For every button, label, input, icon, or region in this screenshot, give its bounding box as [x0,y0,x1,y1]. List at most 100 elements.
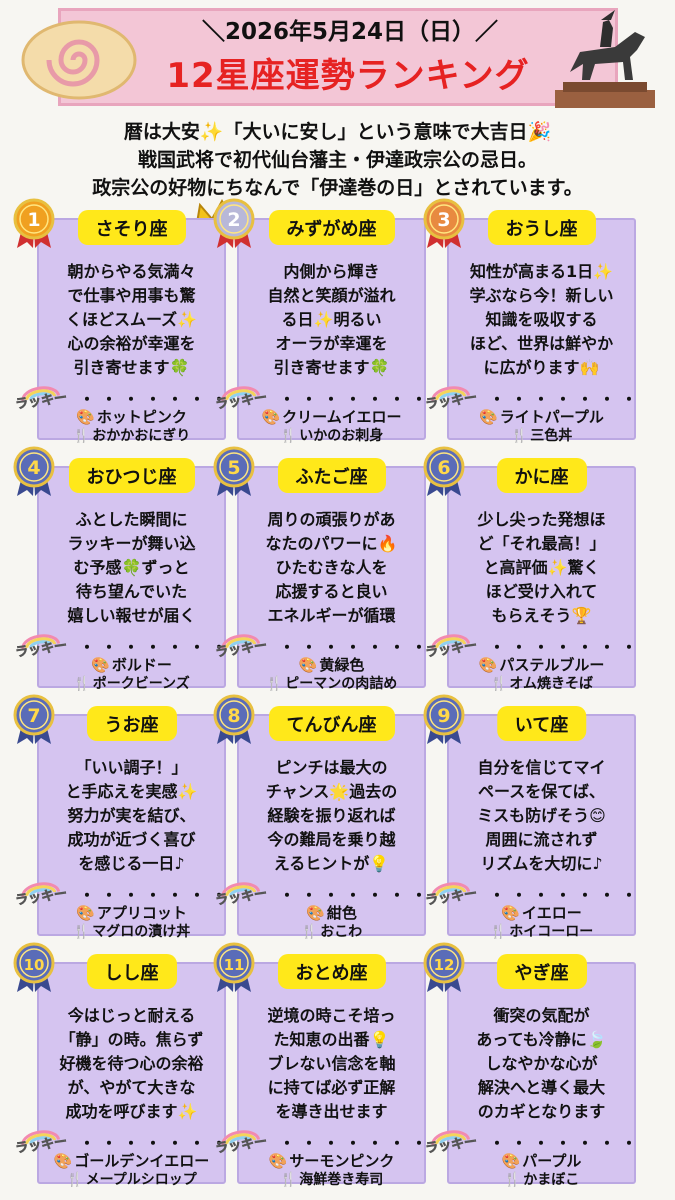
chopsticks-icon: 🍴 [265,676,284,692]
lucky-food-text: おこわ [320,924,363,940]
page-title: 12星座運勢ランキング [166,56,530,96]
lucky-food: 🍴 ホイコーロー [449,921,634,941]
zodiac-sign-label: かに座 [496,458,587,493]
fortune-line: を感じる一日♪ [78,854,185,873]
date-heading: ＼2026年5月24日（日）／ [201,19,499,45]
fortune-line: オーラが幸運を [275,334,388,353]
fortune-line: くほどスムーズ✨ [65,310,198,329]
horse-statue-icon [555,10,655,108]
chopsticks-icon: 🍴 [279,428,298,444]
naruto-fishcake-icon [21,20,137,100]
fortune-line: 知性が高まる1日✨ [469,262,614,281]
ranking-card: うお座 「いい調子！」 と手応えを実感✨ 努力が実を結び、 成功が近づく喜び を感じる一日… [14,706,227,940]
fortune-line: 学ぶなら今！新しい [469,286,614,305]
fortune-line: のカギとなります [477,1102,606,1121]
lucky-food-text: オム焼きそば [509,676,594,692]
lucky-food: 🍴 メープルシロップ [39,1169,224,1189]
lucky-color: 🎨 クリームイエロー [239,406,424,427]
chopsticks-icon: 🍴 [66,1172,84,1188]
chopsticks-icon: 🍴 [489,676,508,692]
lucky-color: 🎨 サーモンピンク [239,1150,424,1171]
fortune-line: もらえそう🏆 [491,606,592,625]
rank-number: 5 [227,457,240,479]
zodiac-sign-label: さそり座 [77,210,186,245]
lucky-color-text: パープル [522,1152,582,1170]
lucky-color-text: パステルブルー [499,656,605,674]
rank-badge: 10 [13,942,55,992]
zodiac-sign-label: おひつじ座 [68,458,195,493]
lucky-color: 🎨 ゴールデンイエロー [39,1150,224,1171]
lucky-color-text: サーモンピンク [289,1152,395,1170]
ranking-card: おひつじ座 ふとした瞬間に ラッキーが舞い込 む予感🍀ずっと 待ち望んでいた 嬉しい報せが… [14,458,227,692]
lucky-color-text: ゴールデンイエロー [74,1152,210,1170]
fortune-line: ど「それ最高！」 [477,534,606,553]
rank-badge: 4 [13,446,55,496]
lucky-food: 🍴 おかかおにぎり [39,425,224,445]
rank-number: 2 [227,209,240,231]
fortune-line: 心の余裕が幸運を [67,334,196,353]
lucky-food: 🍴 三色丼 [449,425,634,445]
ranking-card: やぎ座 衝突の気配が あっても冷静に🍃 しなやかな心が 解決へと導く最大 のカギとなります… [424,954,637,1188]
intro-line: 暦は大安✨「大いに安し」という意味で大吉日🎉 [123,121,552,143]
rank-number: 7 [27,705,40,727]
fortune-line: 今はじっと耐える [67,1006,196,1025]
rank-number: 12 [434,956,455,974]
fortune-line: る日✨明るい [281,310,382,329]
fortune-line: む予感🍀ずっと [73,558,190,577]
lucky-color-text: ホットピンク [96,408,187,426]
fortune-line: 周りの頑張りがあ [267,510,396,529]
chopsticks-icon: 🍴 [73,676,91,692]
fortune-line: 引き寄せます🍀 [73,358,190,377]
fortune-line: で仕事や用事も驚 [67,286,196,305]
fortune-line: 解決へと導く最大 [477,1078,606,1097]
rank-badge: 7 [13,694,55,744]
palette-icon: 🎨 [53,1152,73,1170]
palette-icon: 🎨 [501,904,520,922]
fortune-line: と高評価✨驚く [483,558,600,577]
zodiac-sign-label: おとめ座 [277,954,386,989]
fortune-line: 嬉しい報せが届く [67,606,196,625]
zodiac-sign-label: てんびん座 [268,706,395,741]
ranking-card: おうし座 知性が高まる1日✨ 学ぶなら今！新しい 知識を吸収する ほど、世界は鮮やか に広… [424,210,637,444]
fortune-line: た知恵の出番💡 [273,1030,390,1049]
lucky-food-text: マグロの漬け丼 [92,924,191,940]
fortune-line: ミスも防げそう😊 [477,806,606,825]
palette-icon: 🎨 [479,408,498,426]
lucky-color-text: クリームイエロー [282,408,402,426]
rank-number: 3 [437,209,450,231]
fortune-line: ひたむきな人を [275,558,388,577]
fortune-line: 努力が実を結び、 [67,806,196,825]
fortune-line: ラッキーが舞い込 [67,534,196,553]
palette-icon: 🎨 [268,1152,288,1170]
fortune-line: ピンチは最大の [275,758,388,777]
rank-badge: 12 [423,942,465,992]
lucky-food-text: おかかおにぎり [92,428,191,444]
fortune-line: 応援すると良い [275,582,388,601]
rank-badge: 2 [213,198,255,248]
fortune-message: 少し尖った発想ほ ど「それ最高！」 と高評価✨驚く ほど受け入れて もらえそう🏆 [453,508,630,628]
rank-badge: 1 [13,198,55,248]
fortune-message: 周りの頑張りがあ なたのパワーに🔥 ひたむきな人を 応援すると良い エネルギーが循環 [243,508,420,628]
lucky-food: 🍴 ピーマンの肉詰め [239,673,424,693]
fortune-message: 自分を信じてマイ ペースを保てば、 ミスも防げそう😊 周囲に流されず リズムを大切に♪ [453,756,630,876]
lucky-color: 🎨 パープル [449,1150,634,1171]
lucky-color: 🎨 イエロー [449,902,634,923]
lucky-color-text: ライトパープル [499,408,604,426]
fortune-line: 自然と笑顔が溢れ [267,286,396,305]
rank-badge: 3 [423,198,465,248]
palette-icon: 🎨 [76,904,95,922]
fortune-line: 朝からやる気満々 [67,262,196,281]
fortune-line: チャンス🌟過去の [265,782,398,801]
lucky-color: 🎨 ホットピンク [39,406,224,427]
lucky-food-text: 海鮮巻き寿司 [299,1172,384,1188]
fortune-line: ブレない信念を軸 [267,1054,396,1073]
palette-icon: 🎨 [91,656,110,674]
rank-number: 1 [27,209,40,231]
fortune-message: 内側から輝き 自然と笑顔が溢れ る日✨明るい オーラが幸運を 引き寄せます🍀 [243,260,420,380]
lucky-color-text: イエロー [521,904,582,922]
fortune-line: に持てば必ず正解 [267,1078,396,1097]
intro-text: 暦は大安✨「大いに安し」という意味で大吉日🎉 戦国武将で初代仙台藩主・伊達政宗公… [10,118,665,202]
rank-number: 8 [227,705,240,727]
ranking-card: さそり座朝からやる気満々 で仕事や用事も驚 くほどスムーズ✨ 心の余裕が幸運を 引き寄せ… [14,210,227,444]
fortune-line: ほど受け入れて [485,582,598,601]
